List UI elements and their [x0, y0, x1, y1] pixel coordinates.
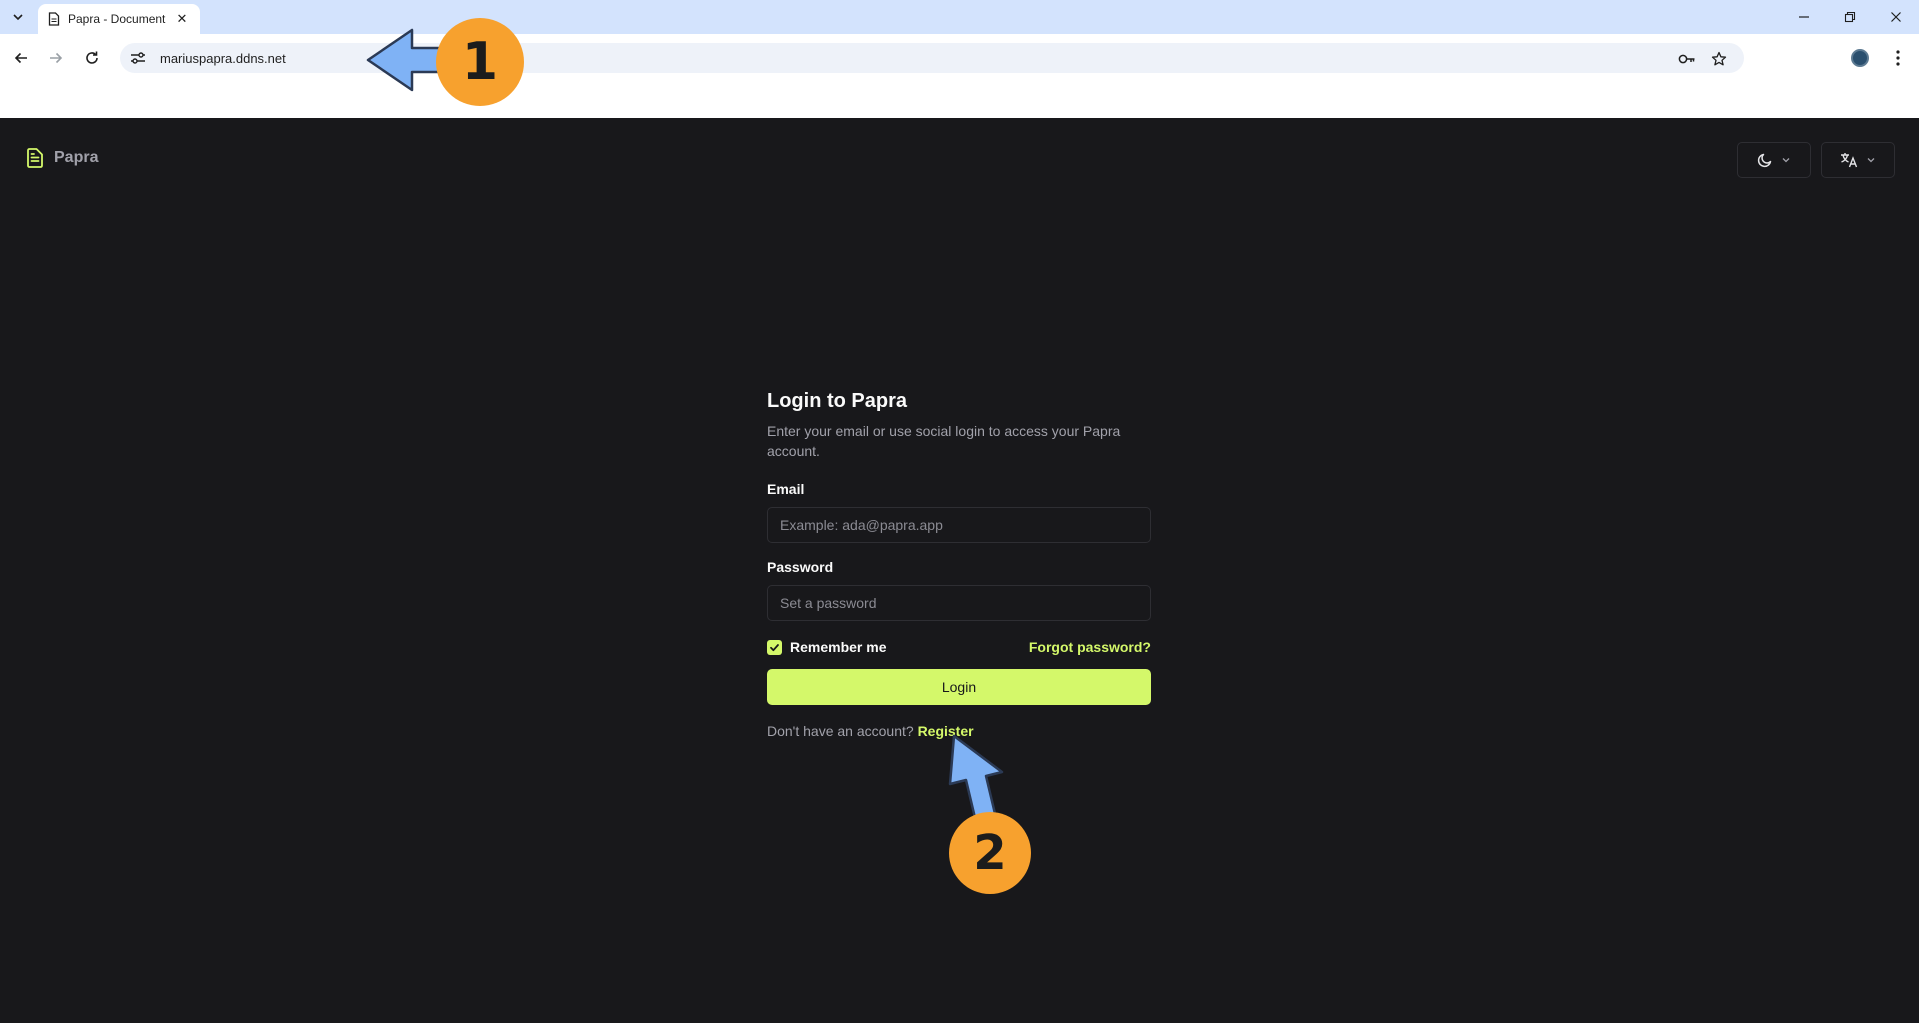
- tab-search-button[interactable]: [6, 6, 30, 28]
- forward-button[interactable]: [42, 44, 70, 72]
- back-button[interactable]: [7, 44, 35, 72]
- login-subtitle: Enter your email or use social login to …: [767, 423, 1121, 459]
- no-account-text: Don't have an account?: [767, 723, 914, 739]
- password-input[interactable]: [767, 585, 1151, 621]
- password-key-icon[interactable]: [1678, 50, 1696, 68]
- window-close-button[interactable]: [1873, 0, 1919, 34]
- password-label: Password: [767, 559, 834, 575]
- papra-app: Papra Login to Papra Enter your email or…: [0, 118, 1919, 1023]
- bookmark-star-icon[interactable]: [1710, 50, 1728, 68]
- url-text: mariuspapra.ddns.net: [160, 50, 286, 66]
- site-settings-icon[interactable]: [130, 51, 146, 65]
- tab-title: Papra - Document: [68, 12, 166, 26]
- moon-icon: [1757, 153, 1772, 168]
- theme-toggle-button[interactable]: [1737, 142, 1811, 178]
- remember-me-label: Remember me: [790, 639, 887, 655]
- restore-icon: [1844, 11, 1856, 23]
- brand-logo[interactable]: Papra: [26, 148, 98, 168]
- reload-icon: [86, 51, 98, 64]
- tab-close-icon[interactable]: ✕: [174, 11, 190, 27]
- arrow-left-icon: [14, 52, 27, 64]
- browser-toolbar: mariuspapra.ddns.net: [0, 34, 1919, 118]
- remember-me-checkbox[interactable]: [767, 639, 782, 655]
- annotation-arrow-2: [948, 734, 1004, 824]
- forgot-password-link[interactable]: Forgot password?: [1029, 639, 1151, 655]
- chevron-down-icon: [1867, 158, 1875, 163]
- email-label: Email: [767, 481, 805, 497]
- papra-file-icon: [27, 148, 43, 168]
- login-title: Login to Papra: [767, 390, 907, 412]
- restore-button[interactable]: [1827, 0, 1873, 34]
- minimize-button[interactable]: [1781, 0, 1827, 34]
- login-options-row: Remember me Forgot password?: [767, 639, 1151, 655]
- brand-name: Papra: [54, 149, 99, 166]
- more-vertical-icon: [1896, 50, 1900, 66]
- arrow-right-icon: [50, 52, 63, 64]
- minimize-icon: [1799, 16, 1809, 18]
- annotation-step-2: 2: [949, 812, 1031, 894]
- login-button[interactable]: Login: [767, 669, 1151, 705]
- language-select-button[interactable]: [1821, 142, 1895, 178]
- profile-avatar[interactable]: [1851, 49, 1869, 67]
- browser-tab-active[interactable]: Papra - Document ✕: [38, 4, 200, 34]
- annotation-step-1: 1: [436, 18, 524, 106]
- chevron-down-icon: [1782, 158, 1790, 163]
- close-icon: [1891, 12, 1901, 22]
- login-form: Login to Papra Enter your email or use s…: [767, 390, 1151, 739]
- document-icon: [48, 12, 60, 26]
- browser-tabstrip: Papra - Document ✕: [0, 0, 1919, 34]
- email-input[interactable]: [767, 507, 1151, 543]
- browser-menu-button[interactable]: [1888, 48, 1908, 68]
- remember-me-toggle[interactable]: Remember me: [767, 639, 887, 655]
- chevron-down-icon: [13, 14, 23, 21]
- reload-button[interactable]: [78, 44, 106, 72]
- check-icon: [770, 643, 779, 651]
- translate-icon: [1841, 153, 1858, 168]
